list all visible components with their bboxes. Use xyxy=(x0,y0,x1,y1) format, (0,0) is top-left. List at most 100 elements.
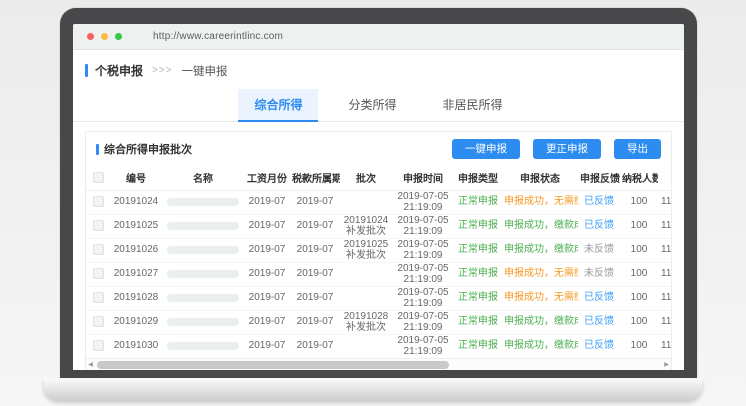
cell-declare-status: 申报成功，缴款成功 xyxy=(502,238,578,262)
cell-declare-feedback: 未反馈 xyxy=(578,262,620,286)
cell-taxpayer-count: 100 xyxy=(620,214,658,238)
scroll-right-icon[interactable]: ▶ xyxy=(662,359,671,371)
cell-taxpayer-count: 100 xyxy=(620,190,658,214)
column-header-9: 纳税人数 xyxy=(620,165,658,190)
cell-tax-period: 2019-07 xyxy=(290,238,340,262)
name-redacted xyxy=(167,270,239,278)
table-row[interactable]: 201910302019-072019-072019-07-0521:19:09… xyxy=(86,334,671,358)
cell-declare-type: 正常申报 xyxy=(454,334,502,358)
cell-batch-id: 20191028 xyxy=(110,286,162,310)
column-header-7: 申报状态 xyxy=(502,165,578,190)
row-checkbox[interactable] xyxy=(93,292,104,303)
tabs: 综合所得分类所得非居民所得 xyxy=(73,89,684,122)
table-scroll-area: 编号名称工资月份税款所属期批次申报时间申报类型申报状态申报反馈纳税人数 2019… xyxy=(86,165,671,358)
window-close-icon[interactable] xyxy=(87,33,94,40)
cell-clipped: 11 xyxy=(658,190,671,214)
table-row[interactable]: 201910282019-072019-072019-07-0521:19:09… xyxy=(86,286,671,310)
cell-declare-status: 申报成功，无需缴款 xyxy=(502,262,578,286)
cell-declare-time: 2019-07-0521:19:09 xyxy=(392,214,454,238)
tab-1[interactable]: 分类所得 xyxy=(332,89,412,122)
cell-declare-time: 2019-07-0521:19:09 xyxy=(392,262,454,286)
scroll-left-icon[interactable]: ◀ xyxy=(86,359,95,371)
cell-batch: 20191025补发批次 xyxy=(340,238,392,262)
tab-2[interactable]: 非居民所得 xyxy=(427,89,519,122)
cell-taxpayer-count: 100 xyxy=(620,310,658,334)
column-header-1: 名称 xyxy=(162,165,244,190)
cell-tax-period: 2019-07 xyxy=(290,310,340,334)
table-row[interactable]: 201910242019-072019-072019-07-0521:19:09… xyxy=(86,190,671,214)
laptop-base xyxy=(44,378,702,400)
table-row[interactable]: 201910272019-072019-072019-07-0521:19:09… xyxy=(86,262,671,286)
table-row[interactable]: 201910292019-072019-0720191028补发批次2019-0… xyxy=(86,310,671,334)
browser-top-bar: http://www.careerintlinc.com xyxy=(73,24,684,50)
column-header-6: 申报类型 xyxy=(454,165,502,190)
column-header-clipped xyxy=(658,165,671,190)
panel-header: 综合所得申报批次 一键申报更正申报导出 xyxy=(86,132,671,165)
cell-declare-type: 正常申报 xyxy=(454,214,502,238)
cell-clipped: 11 xyxy=(658,310,671,334)
cell-batch: 20191024补发批次 xyxy=(340,214,392,238)
row-checkbox[interactable] xyxy=(93,340,104,351)
cell-batch-id: 20191030 xyxy=(110,334,162,358)
cell-tax-period: 2019-07 xyxy=(290,286,340,310)
cell-tax-period: 2019-07 xyxy=(290,214,340,238)
cell-batch xyxy=(340,334,392,358)
window-maximize-icon[interactable] xyxy=(115,33,122,40)
row-checkbox-cell xyxy=(86,190,110,214)
cell-clipped: 11 xyxy=(658,286,671,310)
one-click-declare-button[interactable]: 一键申报 xyxy=(452,139,520,159)
cell-declare-feedback: 已反馈 xyxy=(578,190,620,214)
column-header-4: 批次 xyxy=(340,165,392,190)
name-redacted xyxy=(167,294,239,302)
breadcrumb-current: 一键申报 xyxy=(182,63,228,79)
cell-taxpayer-count: 100 xyxy=(620,238,658,262)
correct-declare-button[interactable]: 更正申报 xyxy=(533,139,601,159)
cell-batch: 20191028补发批次 xyxy=(340,310,392,334)
scrollbar-thumb[interactable] xyxy=(97,361,449,369)
row-checkbox[interactable] xyxy=(93,196,104,207)
scrollbar-track[interactable] xyxy=(95,361,662,369)
cell-name xyxy=(162,286,244,310)
cell-declare-feedback: 已反馈 xyxy=(578,334,620,358)
cell-salary-month: 2019-07 xyxy=(244,310,290,334)
export-button[interactable]: 导出 xyxy=(614,139,661,159)
address-bar-url[interactable]: http://www.careerintlinc.com xyxy=(153,31,283,42)
row-checkbox[interactable] xyxy=(93,316,104,327)
cell-declare-type: 正常申报 xyxy=(454,190,502,214)
cell-clipped: 11 xyxy=(658,262,671,286)
table-row[interactable]: 201910252019-072019-0720191024补发批次2019-0… xyxy=(86,214,671,238)
panel-actions: 一键申报更正申报导出 xyxy=(452,139,661,159)
cell-clipped: 11 xyxy=(658,214,671,238)
cell-batch-id: 20191027 xyxy=(110,262,162,286)
laptop-screen-bezel: http://www.careerintlinc.com 个税申报 >>> 一键… xyxy=(60,8,697,378)
browser-window: http://www.careerintlinc.com 个税申报 >>> 一键… xyxy=(73,24,684,370)
cell-declare-type: 正常申报 xyxy=(454,238,502,262)
table-row[interactable]: 201910262019-072019-0720191025补发批次2019-0… xyxy=(86,238,671,262)
cell-declare-status: 申报成功，缴款成功 xyxy=(502,214,578,238)
select-all-checkbox[interactable] xyxy=(93,172,104,183)
cell-salary-month: 2019-07 xyxy=(244,190,290,214)
cell-salary-month: 2019-07 xyxy=(244,238,290,262)
cell-salary-month: 2019-07 xyxy=(244,214,290,238)
row-checkbox[interactable] xyxy=(93,220,104,231)
cell-name xyxy=(162,214,244,238)
cell-name xyxy=(162,238,244,262)
horizontal-scrollbar[interactable]: ◀ ▶ xyxy=(86,358,671,371)
tab-0[interactable]: 综合所得 xyxy=(238,89,318,122)
cell-declare-time: 2019-07-0521:19:09 xyxy=(392,238,454,262)
cell-batch-id: 20191024 xyxy=(110,190,162,214)
cell-declare-feedback: 已反馈 xyxy=(578,310,620,334)
row-checkbox-cell xyxy=(86,334,110,358)
cell-declare-time: 2019-07-0521:19:09 xyxy=(392,286,454,310)
name-redacted xyxy=(167,222,239,230)
page-content: 个税申报 >>> 一键申报 综合所得分类所得非居民所得 综合所得申报批次 一键申… xyxy=(73,50,684,370)
breadcrumb-section: 个税申报 xyxy=(95,62,143,79)
cell-declare-feedback: 已反馈 xyxy=(578,214,620,238)
row-checkbox[interactable] xyxy=(93,244,104,255)
window-minimize-icon[interactable] xyxy=(101,33,108,40)
cell-declare-status: 申报成功，缴款成功 xyxy=(502,310,578,334)
cell-tax-period: 2019-07 xyxy=(290,190,340,214)
row-checkbox[interactable] xyxy=(93,268,104,279)
cell-batch-id: 20191025 xyxy=(110,214,162,238)
breadcrumb-separator: >>> xyxy=(152,65,173,76)
